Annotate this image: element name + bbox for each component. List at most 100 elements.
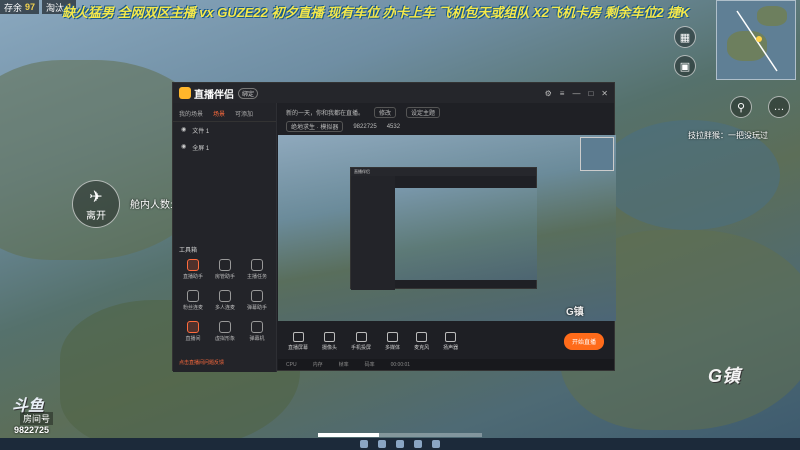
backpack-button[interactable]: ▣	[674, 55, 696, 77]
room-notice: 新的一天，你和我都在直播。	[286, 111, 365, 117]
app-name: 直播伴侣	[194, 89, 234, 101]
mark-button[interactable]: ⚲	[730, 96, 752, 118]
tab-addable[interactable]: 可添加	[235, 109, 253, 118]
tool-item[interactable]: 虚拟形象	[209, 321, 241, 342]
location-pin-icon: ⚲	[736, 101, 746, 114]
tab-my-scenes[interactable]: 我的场景	[179, 109, 203, 118]
map-icon: ▦	[679, 31, 691, 44]
theme-button[interactable]: 设定主题	[406, 107, 441, 118]
assistant-icon	[187, 259, 199, 271]
capture-source-label: 扬声器	[443, 344, 459, 351]
capture-source-button[interactable]: 手机投屏	[351, 331, 372, 351]
tool-label: 弹幕机	[249, 336, 265, 342]
eye-icon[interactable]: ◉	[181, 126, 186, 135]
avatar-icon	[219, 321, 231, 333]
maximize-icon[interactable]: □	[588, 89, 593, 98]
flight-path-icon	[736, 10, 778, 72]
settings-icon[interactable]: ⚙	[545, 89, 552, 98]
app-sidebar: 我的场景 场景 可添加 ◉ 文件 1 ◉ 全屏 1 工具箱 直播助手 房管助手 主播任务…	[173, 103, 277, 372]
tool-label: 直播助手	[182, 274, 203, 280]
danmaku-icon	[251, 290, 263, 302]
tool-label: 弹幕助手	[246, 305, 267, 311]
capture-source-button[interactable]: 多媒体	[385, 331, 401, 351]
preview-minimap	[580, 137, 614, 171]
minimap[interactable]	[716, 0, 796, 80]
app-badge[interactable]: 绑定	[238, 87, 259, 99]
edit-button[interactable]: 修改	[374, 107, 397, 118]
status-item: 00:00:01	[390, 361, 411, 368]
start-live-button[interactable]: 开始直播	[563, 332, 604, 350]
tool-item[interactable]: 弹幕助手	[241, 290, 273, 311]
taskbar-app-icon[interactable]	[432, 440, 440, 448]
scene-item[interactable]: ◉ 全屏 1	[173, 139, 276, 156]
tool-item[interactable]: 房管助手	[209, 259, 241, 280]
nested-sidebar	[351, 176, 395, 290]
leave-plane-button[interactable]: ✈ 离开	[72, 180, 120, 228]
task-icon	[251, 259, 263, 271]
tool-item[interactable]: 粉丝连麦	[177, 290, 209, 311]
taskbar	[0, 438, 800, 450]
start-icon[interactable]	[360, 440, 368, 448]
map-town-label: G镇	[708, 366, 741, 386]
category-select[interactable]: 绝地求生 · 模拟器	[286, 121, 344, 132]
taskbar-app-icon[interactable]	[378, 440, 386, 448]
toolbox-title: 工具箱	[179, 248, 198, 254]
status-item: 内存	[312, 362, 323, 368]
scene-label: 全屏 1	[192, 146, 210, 152]
status-bar: CPU 内存 帧率 码率 00:00:01	[278, 359, 614, 370]
minimize-icon[interactable]: —	[572, 89, 580, 98]
map-button[interactable]: ▦	[674, 26, 696, 48]
tool-item[interactable]: 多人连麦	[209, 290, 241, 311]
scene-label: 文件 1	[192, 129, 210, 135]
capture-source-button[interactable]: 麦克风	[414, 331, 429, 351]
app-titlebar: 直播伴侣 绑定 ⚙ ≡ — □ ✕	[173, 83, 614, 103]
playback-progress[interactable]	[318, 433, 482, 437]
streaming-app-window[interactable]: 直播伴侣 绑定 ⚙ ≡ — □ ✕ 我的场景 场景 可添加 ◉ 文件 1 ◉ 全屏 …	[172, 82, 616, 372]
backpack-icon: ▣	[679, 60, 691, 73]
capture-source-button[interactable]: 摄像头	[322, 331, 337, 351]
stream-marquee: 缺火猛男 全网双区主播 vx GUZE22 初夕直播 现有车位 办卡上车 飞机包…	[62, 5, 690, 20]
status-item: 码率	[364, 362, 375, 368]
capture-source-label: 多媒体	[385, 344, 401, 351]
feedback-link[interactable]: 点击直播间问题反馈	[179, 359, 224, 366]
tool-label: 主播任务	[246, 274, 267, 280]
nested-titlebar: 直播伴侣	[351, 168, 536, 176]
tool-label: 多人连麦	[214, 305, 235, 311]
tool-label: 直播间	[185, 336, 201, 342]
scene-item[interactable]: ◉ 文件 1	[173, 122, 276, 139]
nested-preview	[395, 188, 537, 280]
fans-mic-icon	[187, 290, 199, 302]
room-number-label: 房间号	[20, 412, 54, 425]
tool-item[interactable]: 直播间	[177, 321, 209, 342]
eye-icon[interactable]: ◉	[181, 143, 186, 152]
capture-source-button[interactable]: 直播屏幕	[288, 331, 308, 351]
multi-mic-icon	[219, 290, 231, 302]
status-item: 帧率	[338, 362, 349, 368]
close-icon[interactable]: ✕	[601, 89, 608, 98]
nested-app-window: 直播伴侣	[350, 167, 537, 290]
room-info-bar: 新的一天，你和我都在直播。 修改 设定主题 绝地求生 · 模拟器 9822725…	[278, 103, 614, 135]
tool-item[interactable]: 弹幕机	[241, 321, 273, 342]
tool-item[interactable]: 直播助手	[177, 259, 209, 280]
capture-toolbar: 直播屏幕 摄像头 手机投屏 多媒体 麦克风 扬声器 开始直播	[278, 321, 614, 361]
taskbar-app-icon[interactable]	[414, 440, 422, 448]
status-item: CPU	[286, 361, 297, 368]
stream-preview[interactable]: 直播伴侣 G镇	[278, 135, 616, 321]
leave-label: 离开	[86, 210, 106, 222]
menu-icon[interactable]: ≡	[560, 89, 565, 98]
room-number: 9822725	[14, 425, 50, 435]
sidebar-tabs: 我的场景 场景 可添加	[173, 103, 276, 122]
chat-button[interactable]: …	[768, 96, 790, 118]
tab-scenes[interactable]: 场景	[213, 109, 225, 118]
capture-source-button[interactable]: 扬声器	[443, 331, 459, 351]
taskbar-app-icon[interactable]	[396, 440, 404, 448]
parachute-icon: ✈	[89, 188, 103, 206]
preview-town-label: G镇	[566, 307, 584, 318]
tool-label: 房管助手	[214, 274, 235, 280]
capture-source-label: 手机投屏	[351, 344, 372, 351]
playback-progress-fill	[318, 433, 379, 437]
tool-item[interactable]: 主播任务	[241, 259, 273, 280]
media-icon	[387, 331, 399, 342]
chat-icon: …	[773, 101, 785, 113]
screen-icon	[292, 331, 304, 342]
